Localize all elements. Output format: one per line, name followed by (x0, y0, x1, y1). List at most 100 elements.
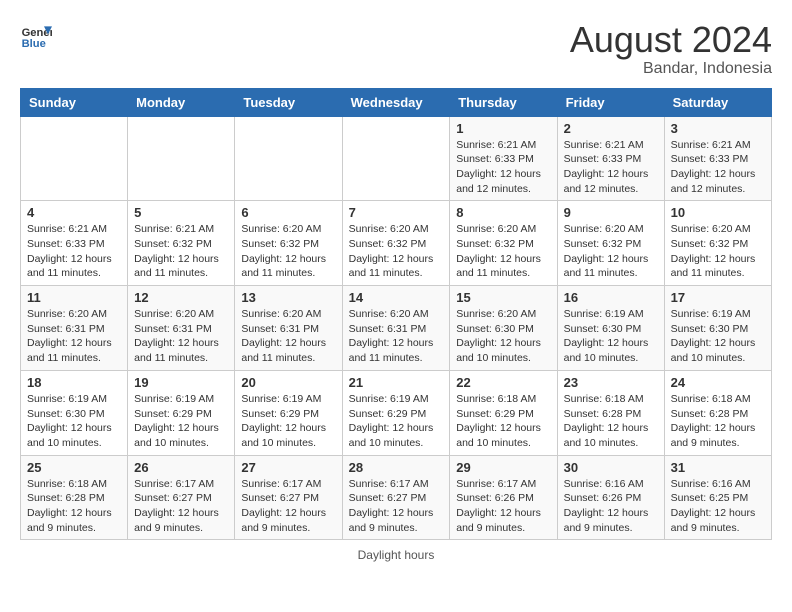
calendar-day-cell: 25 Sunrise: 6:18 AM Sunset: 6:28 PM Dayli… (21, 455, 128, 540)
day-info: Sunrise: 6:19 AM Sunset: 6:30 PM Dayligh… (671, 307, 765, 366)
day-number: 26 (134, 460, 228, 475)
day-info: Sunrise: 6:18 AM Sunset: 6:28 PM Dayligh… (564, 392, 658, 451)
day-info: Sunrise: 6:17 AM Sunset: 6:26 PM Dayligh… (456, 477, 550, 536)
day-info: Sunrise: 6:18 AM Sunset: 6:28 PM Dayligh… (27, 477, 121, 536)
day-info: Sunrise: 6:20 AM Sunset: 6:30 PM Dayligh… (456, 307, 550, 366)
calendar-day-cell: 14 Sunrise: 6:20 AM Sunset: 6:31 PM Dayli… (342, 286, 450, 371)
calendar-day-cell: 18 Sunrise: 6:19 AM Sunset: 6:30 PM Dayli… (21, 370, 128, 455)
day-of-week-header: Thursday (450, 88, 557, 116)
day-number: 28 (349, 460, 444, 475)
day-number: 20 (241, 375, 335, 390)
day-number: 31 (671, 460, 765, 475)
day-of-week-header: Sunday (21, 88, 128, 116)
day-info: Sunrise: 6:19 AM Sunset: 6:29 PM Dayligh… (349, 392, 444, 451)
calendar-day-cell: 13 Sunrise: 6:20 AM Sunset: 6:31 PM Dayli… (235, 286, 342, 371)
day-info: Sunrise: 6:16 AM Sunset: 6:25 PM Dayligh… (671, 477, 765, 536)
day-info: Sunrise: 6:17 AM Sunset: 6:27 PM Dayligh… (349, 477, 444, 536)
day-info: Sunrise: 6:20 AM Sunset: 6:32 PM Dayligh… (671, 222, 765, 281)
footer-row: Daylight hours (20, 548, 772, 562)
day-info: Sunrise: 6:19 AM Sunset: 6:30 PM Dayligh… (564, 307, 658, 366)
day-number: 21 (349, 375, 444, 390)
day-number: 30 (564, 460, 658, 475)
title-block: August 2024 Bandar, Indonesia (570, 20, 772, 78)
calendar-day-cell: 30 Sunrise: 6:16 AM Sunset: 6:26 PM Dayli… (557, 455, 664, 540)
day-number: 18 (27, 375, 121, 390)
calendar-header: SundayMondayTuesdayWednesdayThursdayFrid… (21, 88, 772, 116)
day-info: Sunrise: 6:18 AM Sunset: 6:29 PM Dayligh… (456, 392, 550, 451)
day-number: 1 (456, 121, 550, 136)
day-number: 27 (241, 460, 335, 475)
calendar-week-row: 25 Sunrise: 6:18 AM Sunset: 6:28 PM Dayli… (21, 455, 772, 540)
day-info: Sunrise: 6:20 AM Sunset: 6:31 PM Dayligh… (349, 307, 444, 366)
calendar-day-cell (21, 116, 128, 201)
calendar-table: SundayMondayTuesdayWednesdayThursdayFrid… (20, 88, 772, 541)
day-info: Sunrise: 6:19 AM Sunset: 6:29 PM Dayligh… (134, 392, 228, 451)
day-number: 11 (27, 290, 121, 305)
calendar-day-cell: 8 Sunrise: 6:20 AM Sunset: 6:32 PM Daylig… (450, 201, 557, 286)
calendar-week-row: 11 Sunrise: 6:20 AM Sunset: 6:31 PM Dayli… (21, 286, 772, 371)
logo-icon: General Blue (20, 20, 52, 52)
calendar-day-cell: 22 Sunrise: 6:18 AM Sunset: 6:29 PM Dayli… (450, 370, 557, 455)
day-number: 14 (349, 290, 444, 305)
calendar-day-cell: 1 Sunrise: 6:21 AM Sunset: 6:33 PM Daylig… (450, 116, 557, 201)
calendar-day-cell (342, 116, 450, 201)
calendar-day-cell: 19Sunrise: 6:19 AM Sunset: 6:29 PM Dayli… (128, 370, 235, 455)
calendar-day-cell: 28 Sunrise: 6:17 AM Sunset: 6:27 PM Dayli… (342, 455, 450, 540)
calendar-day-cell: 7Sunrise: 6:20 AM Sunset: 6:32 PM Daylig… (342, 201, 450, 286)
calendar-day-cell: 29Sunrise: 6:17 AM Sunset: 6:26 PM Dayli… (450, 455, 557, 540)
calendar-day-cell: 6Sunrise: 6:20 AM Sunset: 6:32 PM Daylig… (235, 201, 342, 286)
day-number: 24 (671, 375, 765, 390)
location-subtitle: Bandar, Indonesia (570, 60, 772, 78)
day-number: 4 (27, 205, 121, 220)
day-info: Sunrise: 6:18 AM Sunset: 6:28 PM Dayligh… (671, 392, 765, 451)
calendar-day-cell: 27Sunrise: 6:17 AM Sunset: 6:27 PM Dayli… (235, 455, 342, 540)
day-info: Sunrise: 6:20 AM Sunset: 6:32 PM Dayligh… (241, 222, 335, 281)
day-info: Sunrise: 6:16 AM Sunset: 6:26 PM Dayligh… (564, 477, 658, 536)
day-number: 22 (456, 375, 550, 390)
day-number: 8 (456, 205, 550, 220)
calendar-day-cell: 16 Sunrise: 6:19 AM Sunset: 6:30 PM Dayli… (557, 286, 664, 371)
day-number: 15 (456, 290, 550, 305)
daylight-hours-label: Daylight hours (358, 548, 435, 562)
calendar-day-cell: 9Sunrise: 6:20 AM Sunset: 6:32 PM Daylig… (557, 201, 664, 286)
day-number: 7 (349, 205, 444, 220)
calendar-day-cell: 26 Sunrise: 6:17 AM Sunset: 6:27 PM Dayli… (128, 455, 235, 540)
day-info: Sunrise: 6:21 AM Sunset: 6:32 PM Dayligh… (134, 222, 228, 281)
day-info: Sunrise: 6:17 AM Sunset: 6:27 PM Dayligh… (134, 477, 228, 536)
day-info: Sunrise: 6:21 AM Sunset: 6:33 PM Dayligh… (456, 138, 550, 197)
calendar-day-cell (128, 116, 235, 201)
day-info: Sunrise: 6:21 AM Sunset: 6:33 PM Dayligh… (671, 138, 765, 197)
day-number: 5 (134, 205, 228, 220)
day-number: 2 (564, 121, 658, 136)
day-of-week-header: Tuesday (235, 88, 342, 116)
day-number: 3 (671, 121, 765, 136)
calendar-day-cell: 20 Sunrise: 6:19 AM Sunset: 6:29 PM Dayli… (235, 370, 342, 455)
calendar-day-cell: 4Sunrise: 6:21 AM Sunset: 6:33 PM Daylig… (21, 201, 128, 286)
day-info: Sunrise: 6:20 AM Sunset: 6:32 PM Dayligh… (456, 222, 550, 281)
calendar-day-cell: 10 Sunrise: 6:20 AM Sunset: 6:32 PM Dayli… (664, 201, 771, 286)
day-of-week-header: Monday (128, 88, 235, 116)
calendar-day-cell: 23Sunrise: 6:18 AM Sunset: 6:28 PM Dayli… (557, 370, 664, 455)
calendar-body: 1 Sunrise: 6:21 AM Sunset: 6:33 PM Daylig… (21, 116, 772, 540)
day-of-week-header: Wednesday (342, 88, 450, 116)
day-number: 13 (241, 290, 335, 305)
logo: General Blue (20, 20, 52, 52)
day-info: Sunrise: 6:20 AM Sunset: 6:31 PM Dayligh… (241, 307, 335, 366)
svg-text:Blue: Blue (22, 38, 46, 50)
day-info: Sunrise: 6:20 AM Sunset: 6:31 PM Dayligh… (27, 307, 121, 366)
day-info: Sunrise: 6:19 AM Sunset: 6:29 PM Dayligh… (241, 392, 335, 451)
calendar-day-cell: 21 Sunrise: 6:19 AM Sunset: 6:29 PM Dayli… (342, 370, 450, 455)
page-header: General Blue August 2024 Bandar, Indones… (20, 20, 772, 78)
calendar-day-cell: 3 Sunrise: 6:21 AM Sunset: 6:33 PM Daylig… (664, 116, 771, 201)
day-of-week-header: Saturday (664, 88, 771, 116)
day-info: Sunrise: 6:20 AM Sunset: 6:31 PM Dayligh… (134, 307, 228, 366)
day-info: Sunrise: 6:19 AM Sunset: 6:30 PM Dayligh… (27, 392, 121, 451)
day-number: 25 (27, 460, 121, 475)
calendar-day-cell: 24 Sunrise: 6:18 AM Sunset: 6:28 PM Dayli… (664, 370, 771, 455)
calendar-day-cell: 31 Sunrise: 6:16 AM Sunset: 6:25 PM Dayli… (664, 455, 771, 540)
day-number: 16 (564, 290, 658, 305)
calendar-week-row: 4Sunrise: 6:21 AM Sunset: 6:33 PM Daylig… (21, 201, 772, 286)
calendar-day-cell: 15 Sunrise: 6:20 AM Sunset: 6:30 PM Dayli… (450, 286, 557, 371)
day-info: Sunrise: 6:21 AM Sunset: 6:33 PM Dayligh… (564, 138, 658, 197)
day-number: 10 (671, 205, 765, 220)
